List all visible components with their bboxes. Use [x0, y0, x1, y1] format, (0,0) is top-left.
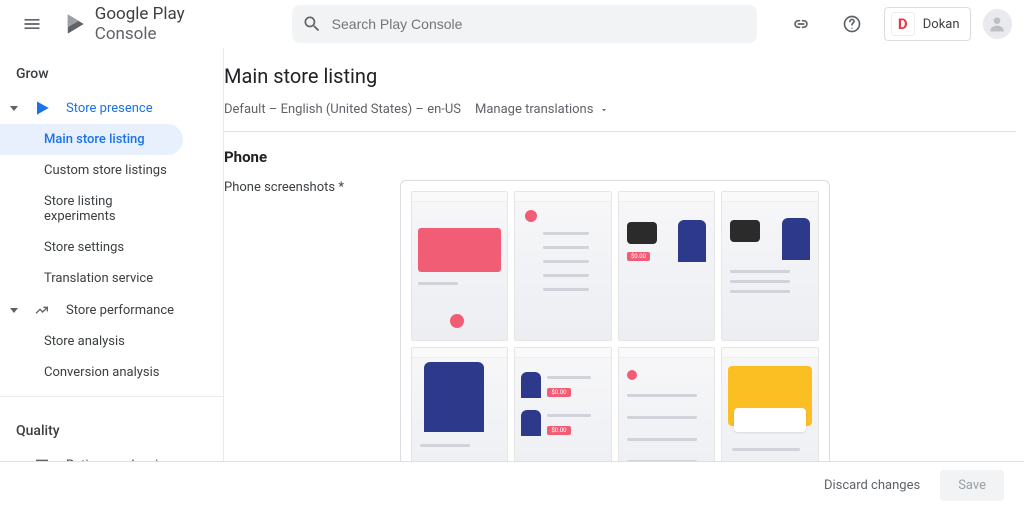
sidebar-sub-custom-store-listings[interactable]: Custom store listings — [0, 155, 183, 186]
main-panel: Main store listing Default – English (Un… — [224, 48, 1024, 461]
hamburger-icon — [22, 14, 42, 34]
sidebar-item-label: Store presence — [66, 101, 153, 116]
phone-section-heading: Phone — [224, 148, 1016, 166]
footer-bar: Discard changes Save — [0, 461, 1024, 509]
search-input[interactable] — [332, 16, 748, 32]
screenshot-thumbnail[interactable] — [514, 191, 612, 341]
user-avatar-button[interactable] — [983, 9, 1012, 39]
play-console-logo-icon — [63, 11, 89, 37]
sidebar-section-grow: Grow — [0, 48, 223, 92]
sidebar-sub-conversion-analysis[interactable]: Conversion analysis — [0, 357, 183, 388]
avatar-icon — [987, 14, 1007, 34]
screenshot-thumbnail[interactable]: $0.00 — [618, 191, 716, 341]
trend-icon — [32, 302, 52, 318]
sidebar-item-store-presence[interactable]: Store presence — [0, 92, 223, 124]
discard-changes-button[interactable]: Discard changes — [824, 478, 920, 493]
phone-screenshots-label: Phone screenshots * — [224, 180, 344, 461]
sidebar-item-label: Store performance — [66, 303, 174, 318]
sidebar-sub-store-listing-experiments[interactable]: Store listing experiments — [0, 186, 183, 232]
phone-screenshots-container[interactable]: $0.00 — [400, 180, 830, 461]
chevron-down-icon — [599, 105, 609, 115]
hamburger-menu-button[interactable] — [12, 4, 51, 44]
brand-text: Google Play Console — [95, 4, 248, 44]
default-language: Default – English (United States) – en-U… — [224, 102, 461, 117]
screenshot-thumbnail[interactable] — [721, 191, 819, 341]
screenshot-thumbnail[interactable] — [411, 191, 509, 341]
sidebar: Grow Store presence Main store listing C… — [0, 48, 224, 461]
search-box[interactable] — [292, 5, 758, 43]
help-icon — [842, 14, 862, 34]
copy-link-button[interactable] — [781, 4, 820, 44]
sidebar-sub-store-analysis[interactable]: Store analysis — [0, 326, 183, 357]
save-button: Save — [940, 470, 1004, 501]
content-body: Grow Store presence Main store listing C… — [0, 48, 1024, 461]
search-icon — [302, 14, 322, 34]
language-row: Default – English (United States) – en-U… — [224, 102, 1016, 132]
app-header: Google Play Console D Dokan — [0, 0, 1024, 48]
screenshot-thumbnail[interactable] — [618, 347, 716, 461]
sidebar-item-label: Ratings and reviews — [66, 458, 182, 462]
screenshot-thumbnail[interactable] — [721, 347, 819, 461]
sidebar-item-ratings-reviews[interactable]: Ratings and reviews — [0, 449, 223, 461]
sidebar-sub-store-settings[interactable]: Store settings — [0, 232, 183, 263]
sidebar-item-store-performance[interactable]: Store performance — [0, 294, 223, 326]
logo[interactable]: Google Play Console — [63, 4, 247, 44]
app-name: Dokan — [923, 17, 960, 32]
list-icon — [32, 457, 52, 461]
sidebar-sub-main-store-listing[interactable]: Main store listing — [0, 124, 183, 155]
sidebar-section-quality: Quality — [0, 405, 223, 449]
page-title: Main store listing — [224, 64, 1016, 88]
app-switcher[interactable]: D Dokan — [884, 7, 971, 41]
screenshot-thumbnail[interactable]: $0.00 $0.00 — [514, 347, 612, 461]
sidebar-divider — [0, 396, 223, 397]
play-icon — [32, 100, 52, 116]
screenshot-thumbnail[interactable] — [411, 347, 509, 461]
app-icon: D — [891, 12, 915, 36]
phone-screenshots-row: Phone screenshots * — [224, 180, 1016, 461]
manage-translations-label: Manage translations — [475, 102, 593, 117]
manage-translations-dropdown[interactable]: Manage translations — [475, 102, 609, 117]
sidebar-sub-translation-service[interactable]: Translation service — [0, 263, 183, 294]
help-button[interactable] — [833, 4, 872, 44]
link-icon — [791, 14, 811, 34]
